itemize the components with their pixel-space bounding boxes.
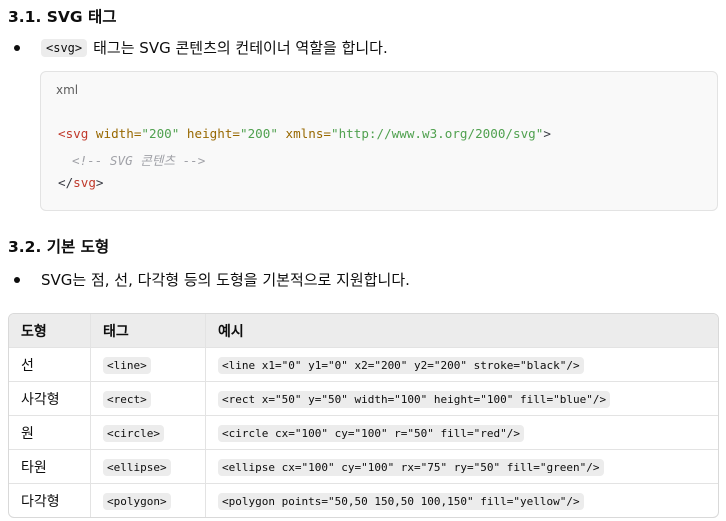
shapes-table: 도형 태그 예시 선 <line> <line x1="0" y1="0" x2… — [8, 313, 719, 518]
table-row: 사각형 <rect> <rect x="50" y="50" width="10… — [9, 382, 718, 416]
cell-example: <polygon points="50,50 150,50 100,150" f… — [206, 484, 718, 517]
cell-tag: <circle> — [91, 416, 206, 450]
code-line-1: <svg width="200" height="200" xmlns="htt… — [58, 126, 551, 141]
cell-shape: 사각형 — [9, 382, 91, 416]
section-heading-basic-shapes: 3.2. 기본 도형 — [8, 238, 110, 256]
inline-code: <ellipse> — [103, 458, 171, 476]
bullet-text: SVG는 점, 선, 다각형 등의 도형을 기본적으로 지원합니다. — [41, 271, 410, 289]
inline-code: <rect> — [103, 390, 151, 408]
cell-example: <ellipse cx="100" cy="100" rx="75" ry="5… — [206, 450, 718, 484]
cell-tag: <line> — [91, 348, 206, 382]
code-block: xml <svg width="200" height="200" xmlns=… — [40, 71, 718, 211]
inline-code: <polygon> — [103, 492, 171, 510]
cell-shape: 다각형 — [9, 484, 91, 517]
code-line-3: </svg> — [58, 175, 104, 190]
inline-code: <circle> — [103, 424, 164, 442]
table-row: 선 <line> <line x1="0" y1="0" x2="200" y2… — [9, 348, 718, 382]
bullet-basic-shapes: SVG는 점, 선, 다각형 등의 도형을 기본적으로 지원합니다. — [14, 269, 410, 290]
bullet-dot — [14, 276, 20, 283]
table-row: 다각형 <polygon> <polygon points="50,50 150… — [9, 484, 718, 517]
cell-tag: <rect> — [91, 382, 206, 416]
bullet-text: 태그는 SVG 콘텐츠의 컨테이너 역할을 합니다. — [93, 39, 388, 57]
header-tag: 태그 — [91, 314, 206, 348]
cell-example: <circle cx="100" cy="100" r="50" fill="r… — [206, 416, 718, 450]
cell-shape: 타원 — [9, 450, 91, 484]
inline-code: <line> — [103, 356, 151, 374]
inline-code: <line x1="0" y1="0" x2="200" y2="200" st… — [218, 356, 584, 374]
table-row: 타원 <ellipse> <ellipse cx="100" cy="100" … — [9, 450, 718, 484]
bullet-dot — [14, 44, 20, 51]
code-line-2: <!-- SVG 콘텐츠 --> — [72, 153, 206, 168]
inline-code: <ellipse cx="100" cy="100" rx="75" ry="5… — [218, 458, 604, 476]
cell-tag: <polygon> — [91, 484, 206, 517]
cell-shape: 원 — [9, 416, 91, 450]
cell-example: <rect x="50" y="50" width="100" height="… — [206, 382, 718, 416]
inline-code: <polygon points="50,50 150,50 100,150" f… — [218, 492, 584, 510]
section-heading-svg-tag: 3.1. SVG 태그 — [8, 8, 117, 26]
cell-example: <line x1="0" y1="0" x2="200" y2="200" st… — [206, 348, 718, 382]
inline-code-svg: <svg> — [41, 38, 88, 57]
inline-code: <circle cx="100" cy="100" r="50" fill="r… — [218, 424, 525, 442]
cell-shape: 선 — [9, 348, 91, 382]
cell-tag: <ellipse> — [91, 450, 206, 484]
code-language-label: xml — [56, 83, 79, 97]
table-row: 원 <circle> <circle cx="100" cy="100" r="… — [9, 416, 718, 450]
table-header-row: 도형 태그 예시 — [9, 314, 718, 348]
header-shape: 도형 — [9, 314, 91, 348]
header-example: 예시 — [206, 314, 718, 348]
bullet-svg-tag: <svg> 태그는 SVG 콘텐츠의 컨테이너 역할을 합니다. — [14, 37, 388, 58]
inline-code: <rect x="50" y="50" width="100" height="… — [218, 390, 611, 408]
